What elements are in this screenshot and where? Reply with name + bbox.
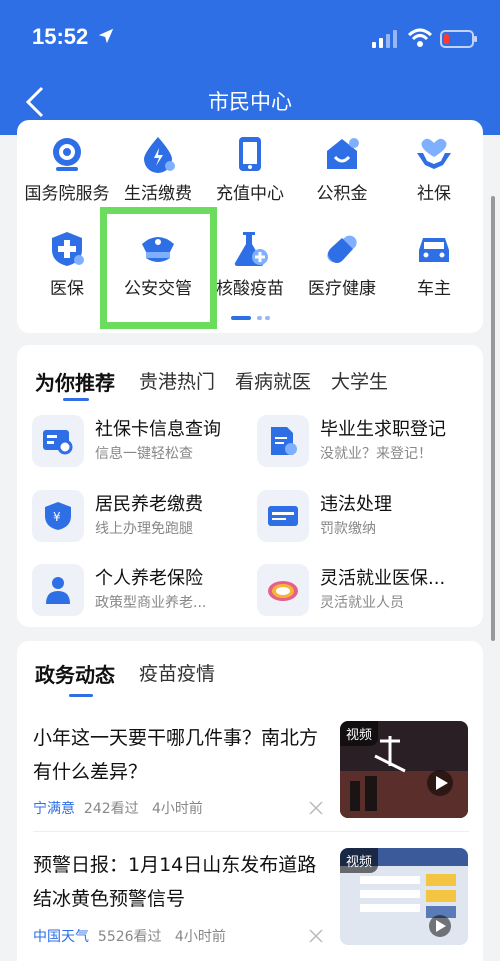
tab-underline [63, 398, 89, 401]
service-item[interactable]: 社保卡信息查询 信息一键轻松查 [32, 415, 252, 475]
service-title: 灵活就业医保... [320, 568, 446, 589]
top-up-icon [239, 137, 261, 171]
wifi-icon [408, 28, 432, 47]
news-time: 4小时前 [174, 929, 226, 945]
page-dot [257, 316, 262, 320]
service-item[interactable]: 个人养老保险 政策型商业养老... [32, 564, 252, 624]
personal-pension-icon [46, 577, 70, 604]
news-time: 4小时前 [152, 801, 203, 817]
service-grid-card: 国务院服务 生活缴费 充值中心 公积金 社保 医保 公安交管 核酸疫苗 医疗健康… [17, 120, 483, 333]
news-meta: 宁满意 242看过 4小时前 [33, 798, 203, 818]
grid-item-utility-payment[interactable]: 生活缴费 [108, 135, 208, 204]
grid-item-housing-fund[interactable]: 公积金 [292, 135, 392, 204]
page-dot-active [231, 316, 251, 320]
scrollbar[interactable] [491, 196, 495, 641]
pension-payment-icon: ¥ [45, 502, 71, 530]
grid-item-label: 车主 [417, 279, 451, 299]
service-subtitle: 政策型商业养老... [95, 595, 207, 611]
news-title: 预警日报：1月14日山东发布道路结冰黄色预警信号 [33, 854, 317, 910]
service-subtitle: 没就业？来登记！ [320, 446, 432, 462]
news-thumbnail: 视频 [340, 721, 468, 818]
service-title: 违法处理 [320, 494, 392, 515]
service-item[interactable]: 违法处理 罚款缴纳 [257, 490, 477, 550]
grid-item-label: 国务院服务 [24, 184, 110, 204]
car-owner-icon [419, 238, 449, 262]
news-card: 政务动态 疫苗疫情 小年这一天要干哪几件事？南北方有什么差异？ 宁满意 242看… [17, 641, 483, 961]
grid-item-social-security[interactable]: 社保 [384, 135, 484, 204]
service-item[interactable]: ¥ 居民养老缴费 线上办理免跑腿 [32, 490, 252, 550]
status-bar: 15:52 [0, 0, 500, 70]
service-title: 个人养老保险 [95, 568, 203, 589]
grid-item-label: 公积金 [316, 184, 368, 204]
service-subtitle: 信息一键轻松查 [95, 446, 193, 462]
svg-text:¥: ¥ [53, 510, 61, 524]
flexible-employment-icon [268, 581, 298, 601]
state-council-icon [53, 138, 81, 171]
tab-guigang-hot[interactable]: 贵港热门 [139, 367, 215, 394]
app-header: 15:52 市民中心 [0, 0, 500, 135]
video-badge: 视频 [340, 721, 379, 746]
location-arrow-icon [98, 28, 114, 44]
page-dot [265, 316, 270, 320]
service-title: 居民养老缴费 [95, 494, 203, 515]
cellular-signal-icon [372, 30, 397, 48]
tab-college[interactable]: 大学生 [331, 367, 388, 394]
nucleic-vaccine-icon [234, 232, 268, 266]
service-subtitle: 线上办理免跑腿 [95, 521, 193, 537]
service-subtitle: 灵活就业人员 [320, 595, 404, 611]
service-subtitle: 罚款缴纳 [320, 521, 376, 537]
news-title: 小年这一天要干哪几件事？南北方有什么差异？ [33, 727, 319, 783]
health-icon [327, 235, 357, 263]
news-source: 宁满意 [33, 801, 75, 817]
dismiss-icon[interactable] [309, 801, 323, 815]
highlight-box [100, 207, 217, 329]
news-divider [33, 831, 469, 832]
medical-insurance-icon [52, 232, 84, 266]
tab-medical[interactable]: 看病就医 [235, 367, 311, 394]
grid-item-label: 充值中心 [216, 184, 284, 204]
service-title: 毕业生求职登记 [320, 419, 446, 440]
grid-item-label: 医疗健康 [308, 279, 376, 299]
news-views: 242看过 [83, 801, 139, 817]
traffic-violation-icon [268, 506, 298, 526]
news-views: 5526看过 [97, 929, 162, 945]
grid-item-state-council[interactable]: 国务院服务 [17, 135, 117, 204]
news-thumbnail: 视频 [340, 848, 468, 945]
service-item[interactable]: 灵活就业医保... 灵活就业人员 [257, 564, 477, 624]
grid-item-health[interactable]: 医疗健康 [292, 230, 392, 299]
news-meta: 中国天气 5526看过 4小时前 [33, 926, 226, 946]
service-title: 社保卡信息查询 [95, 419, 221, 440]
dismiss-icon[interactable] [309, 929, 323, 943]
page-title: 市民中心 [208, 90, 292, 114]
social-security-icon [417, 138, 451, 169]
tab-for-you[interactable]: 为你推荐 [35, 367, 115, 396]
tab-underline [69, 694, 93, 697]
grid-item-car-owner[interactable]: 车主 [384, 230, 484, 299]
tab-government-news[interactable]: 政务动态 [35, 659, 115, 688]
housing-fund-icon [327, 138, 359, 169]
service-item[interactable]: 毕业生求职登记 没就业？来登记！ [257, 415, 477, 475]
graduate-registration-icon [271, 427, 297, 455]
grid-item-label: 生活缴费 [124, 184, 192, 204]
utility-payment-icon [144, 137, 175, 173]
tab-vaccine-epidemic[interactable]: 疫苗疫情 [139, 659, 215, 686]
battery-low-icon [440, 30, 477, 48]
grid-item-top-up[interactable]: 充值中心 [200, 135, 300, 204]
video-badge: 视频 [340, 848, 379, 873]
status-time: 15:52 [32, 24, 89, 49]
news-source: 中国天气 [33, 929, 89, 945]
grid-item-label: 社保 [417, 184, 451, 204]
social-card-query-icon [43, 430, 73, 455]
recommend-card: 为你推荐 贵港热门 看病就医 大学生 社保卡信息查询 信息一键轻松查 毕业生求职… [17, 345, 483, 627]
